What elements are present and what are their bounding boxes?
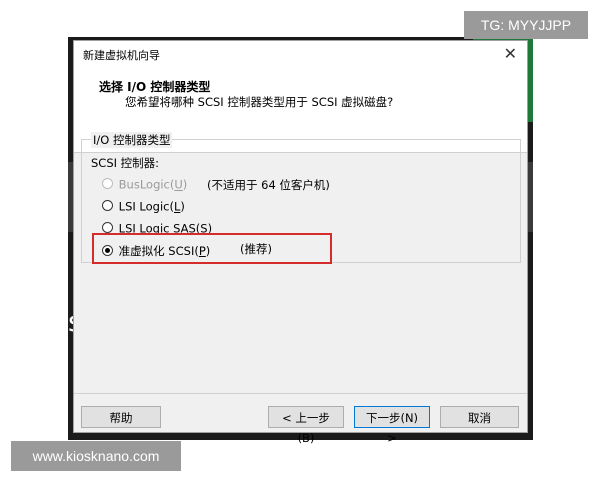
highlight-box bbox=[92, 233, 332, 264]
footer-divider bbox=[74, 393, 527, 394]
title-bar: 新建虚拟机向导 ✕ bbox=[74, 41, 527, 69]
tg-watermark: TG: MYYJJPP bbox=[464, 11, 588, 39]
new-vm-wizard-dialog: 新建虚拟机向导 ✕ 选择 I/O 控制器类型 您希望将哪种 SCSI 控制器类型… bbox=[73, 40, 528, 445]
radio-label[interactable]: LSI Logic(L) bbox=[119, 200, 185, 214]
radio-buslogic: BusLogic(U) bbox=[102, 177, 187, 193]
site-watermark: www.kiosknano.com bbox=[11, 441, 181, 471]
radio-circle-icon bbox=[102, 178, 113, 189]
page-title: 选择 I/O 控制器类型 bbox=[99, 80, 211, 94]
scsi-controller-label: SCSI 控制器: bbox=[91, 156, 160, 170]
radio-circle-icon[interactable] bbox=[102, 222, 113, 233]
window-title: 新建虚拟机向导 bbox=[83, 49, 160, 62]
groupbox-legend: I/O 控制器类型 bbox=[91, 132, 173, 148]
cancel-button[interactable]: 取消 bbox=[440, 406, 519, 428]
next-button[interactable]: 下一步(N) > bbox=[354, 406, 430, 445]
close-icon[interactable]: ✕ bbox=[504, 44, 517, 64]
radio-circle-icon[interactable] bbox=[102, 200, 113, 211]
radio-label: BusLogic(U) bbox=[118, 177, 188, 192]
buslogic-note: (不适用于 64 位客户机) bbox=[207, 178, 330, 192]
page-subtitle: 您希望将哪种 SCSI 控制器类型用于 SCSI 虚拟磁盘? bbox=[125, 95, 394, 109]
back-button[interactable]: < 上一步(B) bbox=[268, 406, 344, 445]
radio-lsi-logic[interactable]: LSI Logic(L) bbox=[102, 199, 185, 215]
help-button[interactable]: 帮助 bbox=[81, 406, 161, 428]
